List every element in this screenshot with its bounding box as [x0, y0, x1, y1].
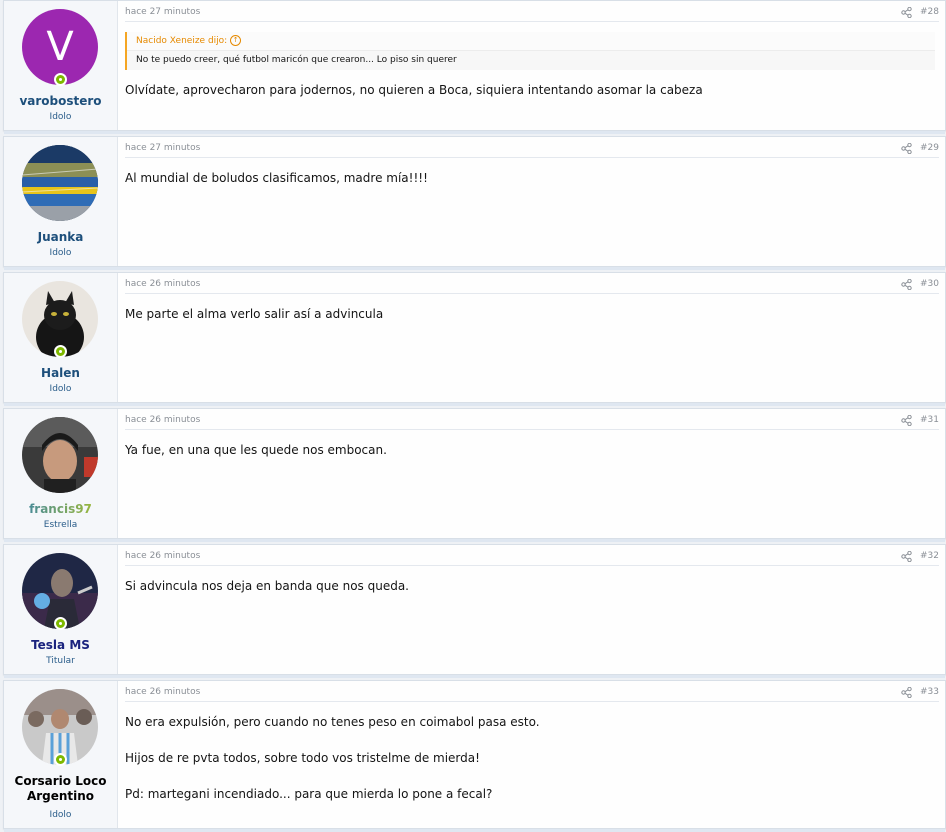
post-32: Tesla MS Titular hace 26 minutos #32 Si … [3, 544, 946, 678]
online-status-icon [54, 73, 67, 86]
post-number[interactable]: #30 [920, 277, 939, 291]
post-number[interactable]: #29 [920, 141, 939, 155]
share-icon[interactable] [901, 143, 912, 154]
post-paragraph: No era expulsión, pero cuando no tenes p… [125, 715, 540, 729]
username[interactable]: Tesla MS [4, 638, 117, 653]
post-33: Corsario Loco Argentino Idolo hace 26 mi… [3, 680, 946, 832]
user-title: Idolo [49, 112, 72, 122]
post-number[interactable]: #31 [920, 413, 939, 427]
username[interactable]: varobostero [4, 94, 117, 109]
post-date[interactable]: hace 27 minutos [125, 141, 200, 155]
post-paragraph: Olvídate, aprovecharon para jodernos, no… [125, 83, 703, 97]
username[interactable]: Corsario Loco Argentino [4, 774, 117, 804]
post-user-cell: Halen Idolo [4, 273, 118, 402]
post-meta: hace 26 minutos #32 [125, 549, 939, 566]
post-paragraph: Hijos de re pvta todos, sobre todo vos t… [125, 751, 480, 765]
user-title: Idolo [49, 810, 72, 820]
user-title: Estrella [43, 520, 78, 530]
post-date[interactable]: hace 26 minutos [125, 685, 200, 699]
avatar[interactable] [22, 145, 98, 221]
post-number[interactable]: #28 [920, 5, 939, 19]
post-paragraph: Si advincula nos deja en banda que nos q… [125, 579, 409, 593]
post-28: V varobostero Idolo hace 27 minutos #28 … [3, 0, 946, 134]
post-date[interactable]: hace 26 minutos [125, 549, 200, 563]
post-paragraph: Pd: martegani incendiado... para que mie… [125, 787, 493, 801]
post-body: Si advincula nos deja en banda que nos q… [125, 577, 935, 613]
post-body: No era expulsión, pero cuando no tenes p… [125, 713, 935, 821]
post-meta: hace 26 minutos #30 [125, 277, 939, 294]
post-user-cell: Corsario Loco Argentino Idolo [4, 681, 118, 828]
post-29: Juanka Idolo hace 27 minutos #29 Al mund… [3, 136, 946, 270]
online-status-icon [54, 617, 67, 630]
quote-text: No te puedo creer, qué futbol maricón qu… [136, 55, 457, 65]
post-paragraph: Ya fue, en una que les quede nos embocan… [125, 443, 387, 457]
user-title: Idolo [49, 248, 72, 258]
share-icon[interactable] [901, 415, 912, 426]
online-status-icon [54, 345, 67, 358]
post-user-cell: francis97 Estrella [4, 409, 118, 538]
post-meta: hace 26 minutos #33 [125, 685, 939, 702]
share-icon[interactable] [901, 279, 912, 290]
post-body: Olvídate, aprovecharon para jodernos, no… [125, 81, 935, 117]
thread-posts: V varobostero Idolo hace 27 minutos #28 … [0, 0, 946, 832]
share-icon[interactable] [901, 687, 912, 698]
post-number[interactable]: #33 [920, 685, 939, 699]
post-user-cell: V varobostero Idolo [4, 1, 118, 130]
online-status-icon [54, 753, 67, 766]
arrow-up-circle-icon[interactable]: ↑ [230, 35, 242, 46]
quote-author[interactable]: Nacido Xeneize dijo: [136, 36, 227, 46]
user-title: Titular [46, 656, 75, 666]
quote-block: Nacido Xeneize dijo: ↑ No te puedo creer,… [125, 32, 935, 70]
svg-text:V: V [46, 24, 74, 70]
post-paragraph: Me parte el alma verlo salir así a advin… [125, 307, 384, 321]
post-30: Halen Idolo hace 26 minutos #30 Me parte… [3, 272, 946, 406]
post-meta: hace 27 minutos #29 [125, 141, 939, 158]
post-date[interactable]: hace 26 minutos [125, 277, 200, 291]
username[interactable]: Halen [4, 366, 117, 381]
share-icon[interactable] [901, 551, 912, 562]
user-title: Idolo [49, 384, 72, 394]
post-body: Al mundial de boludos clasificamos, madr… [125, 169, 935, 205]
post-date[interactable]: hace 26 minutos [125, 413, 200, 427]
post-number[interactable]: #32 [920, 549, 939, 563]
username[interactable]: Juanka [4, 230, 117, 245]
post-meta: hace 27 minutos #28 [125, 5, 939, 22]
post-date[interactable]: hace 27 minutos [125, 5, 200, 19]
post-body: Me parte el alma verlo salir así a advin… [125, 305, 935, 341]
post-paragraph: Al mundial de boludos clasificamos, madr… [125, 171, 428, 185]
post-31: francis97 Estrella hace 26 minutos #31 Y… [3, 408, 946, 542]
avatar[interactable] [22, 417, 98, 493]
username[interactable]: francis97 [4, 502, 117, 517]
post-meta: hace 26 minutos #31 [125, 413, 939, 430]
quote-header[interactable]: Nacido Xeneize dijo: ↑ [127, 32, 935, 51]
post-user-cell: Tesla MS Titular [4, 545, 118, 674]
post-body: Ya fue, en una que les quede nos embocan… [125, 441, 935, 477]
post-user-cell: Juanka Idolo [4, 137, 118, 266]
share-icon[interactable] [901, 7, 912, 18]
